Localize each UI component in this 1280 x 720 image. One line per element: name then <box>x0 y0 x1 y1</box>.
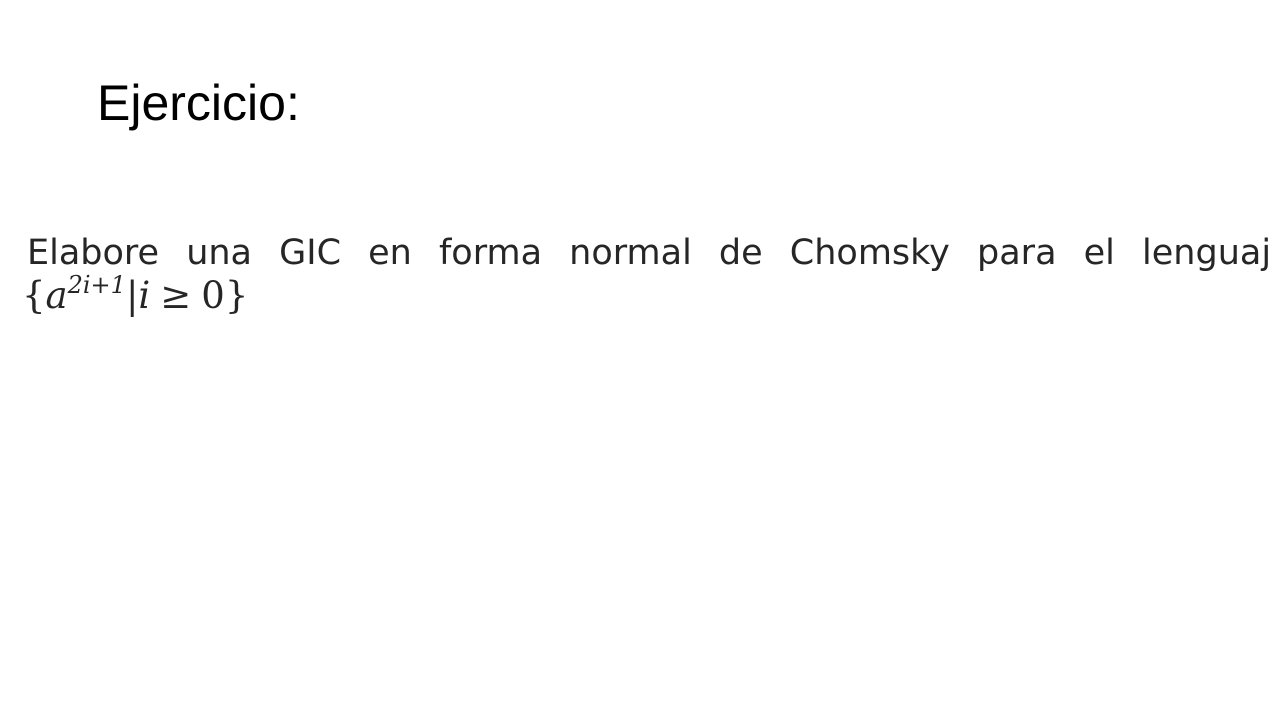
formula-exponent: 2i+1 <box>67 271 126 299</box>
formula-separator: | <box>125 274 139 317</box>
slide-title: Ejercicio: <box>97 75 300 131</box>
formula-close-brace: } <box>224 274 249 317</box>
language-formula: {a2i+1|i ≥0} <box>22 273 249 317</box>
formula-open-brace: { <box>22 274 46 317</box>
formula-base: a <box>45 274 68 317</box>
slide: Ejercicio: Elabore una GIC en forma norm… <box>0 0 1280 720</box>
exercise-text: Elabore una GIC en forma normal de Choms… <box>27 233 1272 273</box>
formula-relation: ≥ <box>160 274 192 317</box>
formula-bound: 0 <box>201 274 225 317</box>
formula-variable: i <box>138 274 151 317</box>
